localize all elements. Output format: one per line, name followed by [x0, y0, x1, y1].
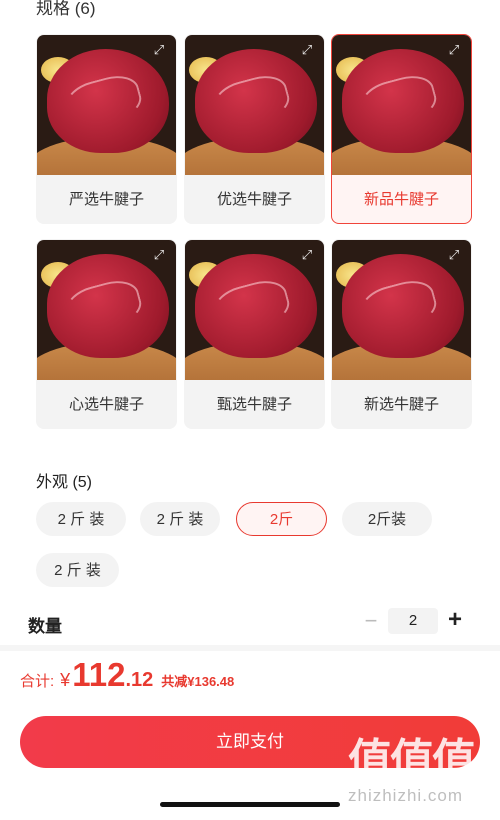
- quantity-decrease-button[interactable]: −: [360, 607, 382, 635]
- sku-photo: ⤢: [332, 35, 471, 175]
- sku-card-1[interactable]: ⤢ 优选牛腱子: [184, 34, 325, 224]
- sku-card-2[interactable]: ⤢ 新品牛腱子: [331, 34, 472, 224]
- expand-icon[interactable]: ⤢: [150, 41, 168, 59]
- expand-icon[interactable]: ⤢: [298, 246, 316, 264]
- expand-icon[interactable]: ⤢: [445, 41, 463, 59]
- sku-section-title: 规格 (6): [36, 0, 96, 18]
- sku-photo: ⤢: [37, 240, 176, 380]
- total-label: 合计:: [20, 673, 55, 690]
- appearance-option-3[interactable]: 2斤装: [342, 502, 432, 536]
- sku-label: 优选牛腱子: [216, 191, 292, 208]
- total-currency: ¥: [60, 670, 71, 690]
- sku-card-3[interactable]: ⤢ 心选牛腱子: [36, 239, 177, 429]
- expand-icon[interactable]: ⤢: [445, 246, 463, 264]
- watermark-site: zhizhizhi.com: [348, 786, 464, 805]
- sku-photo: ⤢: [185, 35, 324, 175]
- sku-photo: ⤢: [332, 240, 471, 380]
- appearance-section-title: 外观 (5): [36, 474, 93, 491]
- sku-photo: ⤢: [37, 35, 176, 175]
- pay-now-button[interactable]: 立即支付: [20, 716, 480, 768]
- sku-card-4[interactable]: ⤢ 甄选牛腱子: [184, 239, 325, 429]
- sku-label: 严选牛腱子: [68, 191, 144, 208]
- sku-photo: ⤢: [185, 240, 324, 380]
- section-divider: [0, 645, 500, 651]
- sku-card-5[interactable]: ⤢ 新选牛腱子: [331, 239, 472, 429]
- appearance-option-4[interactable]: 2 斤 装: [36, 553, 119, 587]
- home-indicator: [160, 802, 340, 807]
- sku-label: 新选牛腱子: [363, 396, 439, 413]
- quantity-input[interactable]: 2: [388, 608, 438, 634]
- discount-text: 共减¥136.48: [161, 674, 235, 689]
- appearance-option-1[interactable]: 2 斤 装: [140, 502, 220, 536]
- appearance-option-2[interactable]: 2斤: [236, 502, 327, 536]
- sku-label: 心选牛腱子: [68, 396, 144, 413]
- appearance-option-0[interactable]: 2 斤 装: [36, 502, 126, 536]
- quantity-increase-button[interactable]: +: [444, 605, 466, 635]
- total-amount-decimal: .12: [125, 669, 154, 691]
- sku-card-0[interactable]: ⤢ 严选牛腱子: [36, 34, 177, 224]
- expand-icon[interactable]: ⤢: [298, 41, 316, 59]
- total-summary: 合计: ¥ 112 .12 共减¥136.48: [20, 656, 234, 700]
- sku-label: 甄选牛腱子: [216, 396, 292, 413]
- total-amount-integer: 112: [72, 656, 126, 693]
- expand-icon[interactable]: ⤢: [150, 246, 168, 264]
- sku-label: 新品牛腱子: [363, 191, 439, 208]
- quantity-label: 数量: [28, 617, 62, 636]
- top-strip: 规格 (6): [0, 0, 500, 18]
